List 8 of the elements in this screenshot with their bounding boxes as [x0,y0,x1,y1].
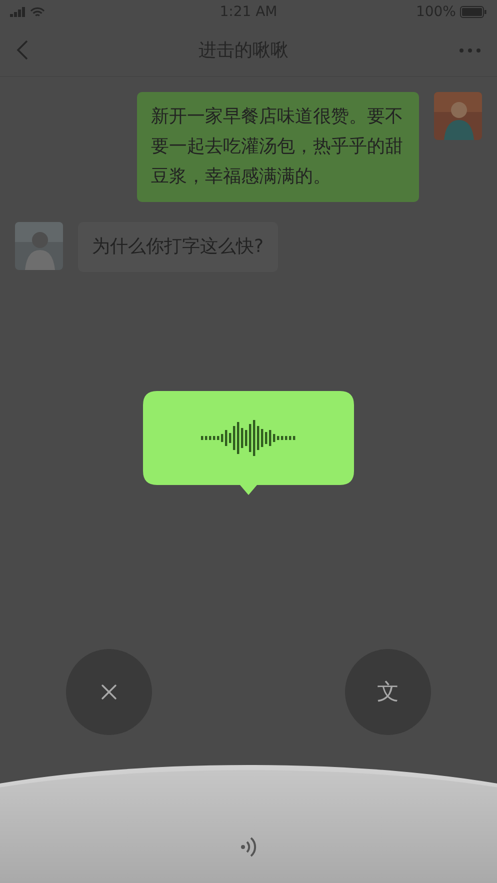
message-bubble: 新开一家早餐店味道很赞。要不要一起去吃灌汤包，热乎乎的甜豆浆，幸福感满满的。 [137,92,419,202]
signal-icon [10,7,26,17]
more-icon[interactable] [459,48,481,52]
waveform-icon [201,420,296,456]
wifi-icon [30,6,45,18]
back-icon[interactable] [16,40,28,60]
battery-icon [460,6,487,18]
convert-to-text-button[interactable]: 文 [345,649,431,735]
